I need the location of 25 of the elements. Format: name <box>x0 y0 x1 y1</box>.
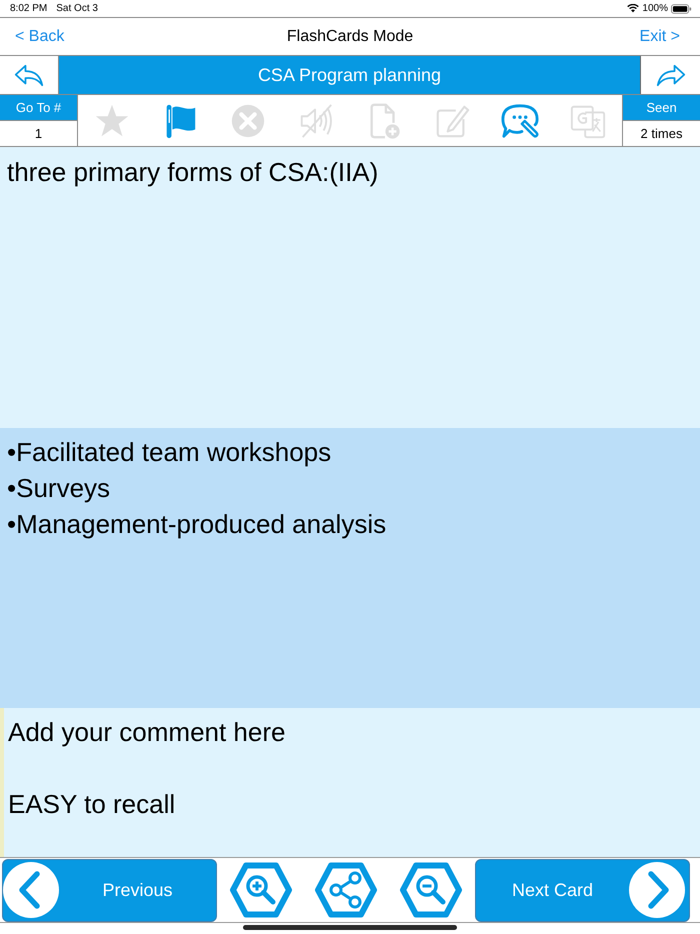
go-to-label: Go To # <box>0 95 77 120</box>
question-text: three primary forms of CSA:(IIA) <box>7 156 380 189</box>
exit-link[interactable]: Exit > <box>640 24 680 48</box>
nav-title: FlashCards Mode <box>286 26 414 46</box>
seen-label: Seen <box>623 95 700 120</box>
chevron-right-circle-icon <box>629 862 685 918</box>
comment-text[interactable]: Add your comment here <box>8 714 286 750</box>
status-time: 8:02 PM <box>10 2 48 16</box>
magnifier-minus-icon[interactable] <box>400 862 462 918</box>
back-link[interactable]: < Back <box>15 24 64 48</box>
answer-line: •Facilitated team workshops <box>7 436 332 469</box>
wifi-icon <box>627 4 640 13</box>
comment-text[interactable]: EASY to recall <box>8 786 176 822</box>
magnifier-plus-icon[interactable] <box>230 862 292 918</box>
speech-bubble-pencil-icon[interactable] <box>501 102 539 140</box>
answer-line: •Management-produced analysis <box>7 508 386 541</box>
curved-arrow-right-icon <box>656 64 686 86</box>
chevron-left-circle-icon <box>3 862 59 918</box>
battery-percent: 100% <box>642 2 668 16</box>
status-date: Sat Oct 3 <box>56 2 98 16</box>
answer-line: •Surveys <box>7 472 110 505</box>
deck-title-bar: CSA Program planning <box>59 56 641 94</box>
curved-arrow-left-icon <box>14 64 44 86</box>
battery-icon <box>671 4 692 14</box>
share-nodes-icon[interactable] <box>315 862 377 918</box>
